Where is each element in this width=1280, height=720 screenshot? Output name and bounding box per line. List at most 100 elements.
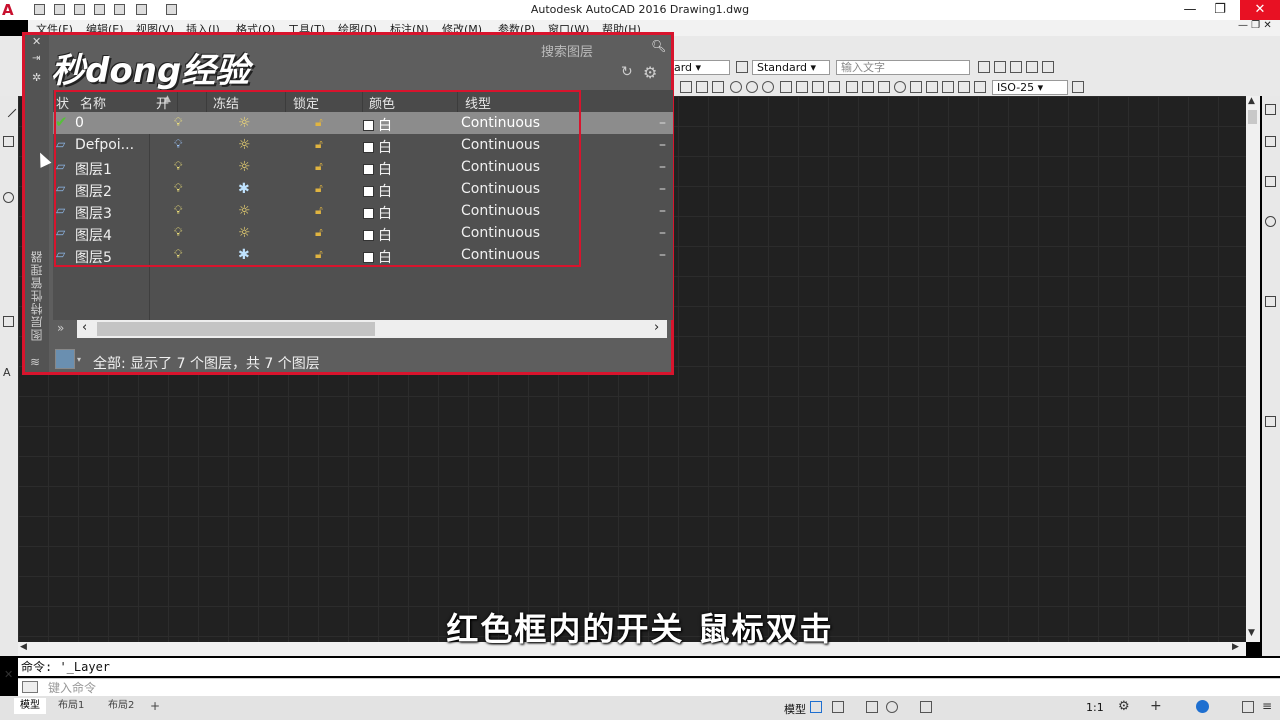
dim-text-edit-icon[interactable] (926, 81, 938, 93)
close-button[interactable]: ✕ (1240, 0, 1280, 20)
scroll-left-icon[interactable]: ‹ (82, 320, 87, 335)
layer-list-hscroll-thumb[interactable] (97, 322, 375, 336)
palette-autohide-icon[interactable]: ⇥ (32, 53, 40, 64)
osnap-icon[interactable] (920, 701, 932, 713)
layer-lineweight-fragment: – (659, 115, 666, 131)
rotate-icon[interactable] (1265, 216, 1276, 227)
line-icon[interactable] (0, 101, 17, 118)
polar-icon[interactable] (886, 701, 898, 713)
palette-side-title: 图层特性管理器 (30, 250, 44, 341)
annotation-scale-label[interactable]: 1:1 (1086, 701, 1104, 714)
dim-style-dropdown[interactable]: ISO-25 ▾ (992, 80, 1068, 95)
video-subtitle: 红色框内的开关 鼠标双击 (446, 610, 834, 648)
polyline-icon[interactable] (3, 136, 14, 147)
watermark-logo: 秒dong经验 (51, 51, 250, 91)
layer-search-input[interactable]: 搜索图层 (541, 41, 593, 60)
dim-style-manager-icon[interactable] (1072, 81, 1084, 93)
maximize-button[interactable]: ❐ (1200, 0, 1240, 20)
dim-oblique-icon[interactable] (958, 81, 970, 93)
tree-expand-icon-lower[interactable]: » (57, 321, 64, 335)
text-input-placeholder: 输入文字 (841, 61, 885, 74)
text-style-value: Standard (757, 61, 808, 74)
dim-linear-icon[interactable] (680, 81, 692, 93)
fullscreen-icon[interactable] (1242, 701, 1254, 713)
palette-close-icon[interactable]: ✕ (32, 35, 41, 48)
settings-gear-icon[interactable]: ⚙ (643, 63, 657, 82)
text-style-icon[interactable] (736, 61, 748, 73)
filter-dropdown-icon[interactable]: ▾ (77, 355, 81, 364)
command-input[interactable]: 键入命令 (18, 678, 1280, 696)
text-style-dropdown[interactable]: Standard ▾ (752, 60, 830, 75)
dim-diameter-icon[interactable] (746, 81, 758, 93)
jogged-linear-icon[interactable] (894, 81, 906, 93)
align-left-icon[interactable] (978, 61, 990, 73)
add-icon[interactable]: + (1150, 698, 1162, 714)
dim-baseline-icon[interactable] (780, 81, 792, 93)
copy-icon[interactable] (1265, 136, 1276, 147)
dim-break-icon[interactable] (828, 81, 840, 93)
grid-icon[interactable] (810, 701, 822, 713)
palette-status-text: 全部: 显示了 7 个图层，共 7 个图层 (93, 356, 320, 372)
dim-radius-icon[interactable] (730, 81, 742, 93)
trim-icon[interactable] (1265, 296, 1276, 307)
filter-icon[interactable] (55, 349, 75, 369)
workspace-gear-icon[interactable]: ⚙ (1118, 699, 1130, 714)
ortho-icon[interactable] (866, 701, 878, 713)
dim-aligned-icon[interactable] (696, 81, 708, 93)
dim-angular-icon[interactable] (762, 81, 774, 93)
palette-side-bar: ✕ ⇥ ✲ 图层特性管理器 ≋ (25, 35, 49, 372)
tolerance-icon[interactable] (846, 81, 858, 93)
text-icon[interactable]: A (3, 366, 11, 379)
layer-lineweight-fragment: – (659, 247, 666, 263)
dim-update-icon[interactable] (942, 81, 954, 93)
explode-icon[interactable] (1265, 416, 1276, 427)
center-mark-icon[interactable] (862, 81, 874, 93)
move-icon[interactable] (1265, 176, 1276, 187)
window-title: Autodesk AutoCAD 2016 Drawing1.dwg (530, 3, 750, 16)
customize-icon[interactable]: ≡ (1262, 699, 1272, 713)
search-icon[interactable]: 🔍︎ (651, 39, 666, 53)
command-history: 命令: '_Layer (18, 658, 1280, 676)
command-prompt-icon[interactable] (22, 681, 38, 693)
tab-layout1[interactable]: 布局1 (52, 698, 90, 714)
tab-layout2[interactable]: 布局2 (102, 698, 140, 714)
inspect-icon[interactable] (878, 81, 890, 93)
hatch-icon[interactable] (3, 316, 14, 327)
spell-icon[interactable] (1010, 61, 1022, 73)
add-layout-button[interactable]: + (144, 698, 166, 714)
model-space-button[interactable]: 模型 (784, 701, 806, 717)
erase-icon[interactable] (1265, 104, 1276, 115)
command-close-icon[interactable]: ✕ (4, 668, 13, 681)
refresh-icon[interactable]: ↻ (621, 64, 633, 80)
doc-restore-controls[interactable]: — ❐ ✕ (1238, 20, 1272, 31)
layer-lineweight-fragment: – (659, 203, 666, 219)
dim-arc-icon[interactable] (712, 81, 724, 93)
justify-icon[interactable] (1042, 61, 1054, 73)
vertical-scrollbar[interactable]: ▲ ▼ (1246, 96, 1260, 642)
dim-reassoc-icon[interactable] (974, 81, 986, 93)
scroll-right-icon[interactable]: › (654, 320, 659, 335)
layer-lineweight-fragment: – (659, 137, 666, 153)
scale-text-icon[interactable] (1026, 61, 1038, 73)
isolate-icon[interactable] (1196, 700, 1209, 713)
layer-lineweight-fragment: – (659, 225, 666, 241)
dim-continue-icon[interactable] (796, 81, 808, 93)
tab-model[interactable]: 模型 (14, 698, 46, 714)
circle-icon[interactable] (3, 192, 14, 203)
find-icon[interactable] (994, 61, 1006, 73)
scroll-thumb[interactable] (1248, 110, 1257, 124)
layer-properties-palette: ✕ ⇥ ✲ 图层特性管理器 ≋ 秒dong经验 搜索图层 🔍︎ ↻ ⚙ » 状 … (22, 32, 674, 375)
text-input[interactable]: 输入文字 (836, 60, 970, 75)
layer-lineweight-fragment: – (659, 159, 666, 175)
snap-icon[interactable] (832, 701, 844, 713)
scroll-up-icon[interactable]: ▲ (1248, 96, 1255, 106)
draw-toolbar: A (0, 96, 18, 656)
modify-toolbar (1262, 96, 1280, 656)
palette-properties-icon[interactable]: ✲ (32, 71, 41, 84)
dim-edit-icon[interactable] (910, 81, 922, 93)
highlight-frame (54, 90, 581, 267)
layer-list-hscroll[interactable]: ‹ › (77, 320, 667, 338)
dim-space-icon[interactable] (812, 81, 824, 93)
title-bar: A Autodesk AutoCAD 2016 Drawing1.dwg — ❐… (0, 0, 1280, 20)
layer-lineweight-fragment: – (659, 181, 666, 197)
